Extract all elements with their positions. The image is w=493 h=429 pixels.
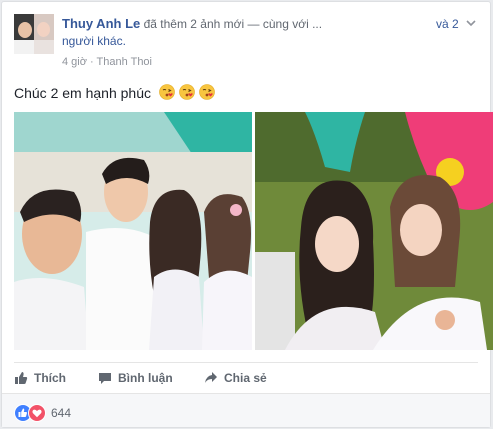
post-message-text: Chúc 2 em hạnh phúc bbox=[14, 85, 151, 101]
share-button[interactable]: Chia sẻ bbox=[204, 368, 267, 388]
comment-button[interactable]: Bình luận bbox=[98, 368, 173, 388]
post-location[interactable]: Thanh Thoi bbox=[97, 56, 152, 68]
kiss-emoji-icon bbox=[178, 84, 195, 101]
meta-separator: · bbox=[90, 56, 94, 68]
author-avatar[interactable] bbox=[14, 14, 54, 54]
photo-icon bbox=[14, 112, 252, 350]
wedding-photo-1[interactable] bbox=[14, 112, 252, 350]
post-card: Thuy Anh Le đã thêm 2 ảnh mới — cùng với… bbox=[1, 1, 493, 428]
actions-divider bbox=[14, 362, 478, 363]
chevron-down-icon[interactable] bbox=[464, 16, 478, 30]
reaction-count[interactable]: 644 bbox=[51, 406, 71, 420]
share-arrow-icon bbox=[205, 372, 217, 383]
tagged-others-text[interactable]: người khác. bbox=[62, 33, 126, 49]
author-name-link[interactable]: Thuy Anh Le bbox=[62, 16, 140, 31]
post-message: Chúc 2 em hạnh phúc bbox=[14, 84, 215, 104]
kiss-emoji-icon bbox=[198, 84, 215, 101]
reactions-footer: 644 bbox=[2, 393, 490, 427]
tagged-others-link[interactable]: và 2 bbox=[436, 16, 459, 32]
comment-icon bbox=[99, 373, 111, 384]
photo-icon bbox=[255, 112, 493, 350]
share-label: Chia sẻ bbox=[224, 371, 267, 385]
post-header: Thuy Anh Le đã thêm 2 ảnh mới — cùng với… bbox=[62, 16, 459, 32]
post-timestamp[interactable]: 4 giờ bbox=[62, 56, 87, 68]
like-label: Thích bbox=[34, 371, 66, 385]
post-meta: 4 giờ · Thanh Thoi bbox=[62, 55, 152, 69]
emoji-group bbox=[159, 84, 215, 104]
comment-label: Bình luận bbox=[118, 371, 173, 385]
love-reaction-icon bbox=[28, 404, 46, 422]
thumbs-up-icon bbox=[15, 372, 28, 384]
reaction-icons[interactable] bbox=[14, 404, 50, 422]
like-button[interactable]: Thích bbox=[14, 368, 66, 388]
wedding-photo-2[interactable] bbox=[255, 112, 493, 350]
post-action-text: đã thêm 2 ảnh mới — cùng với bbox=[143, 17, 309, 31]
tagged-ellipsis: ... bbox=[312, 17, 323, 31]
kiss-emoji-icon bbox=[159, 84, 175, 101]
